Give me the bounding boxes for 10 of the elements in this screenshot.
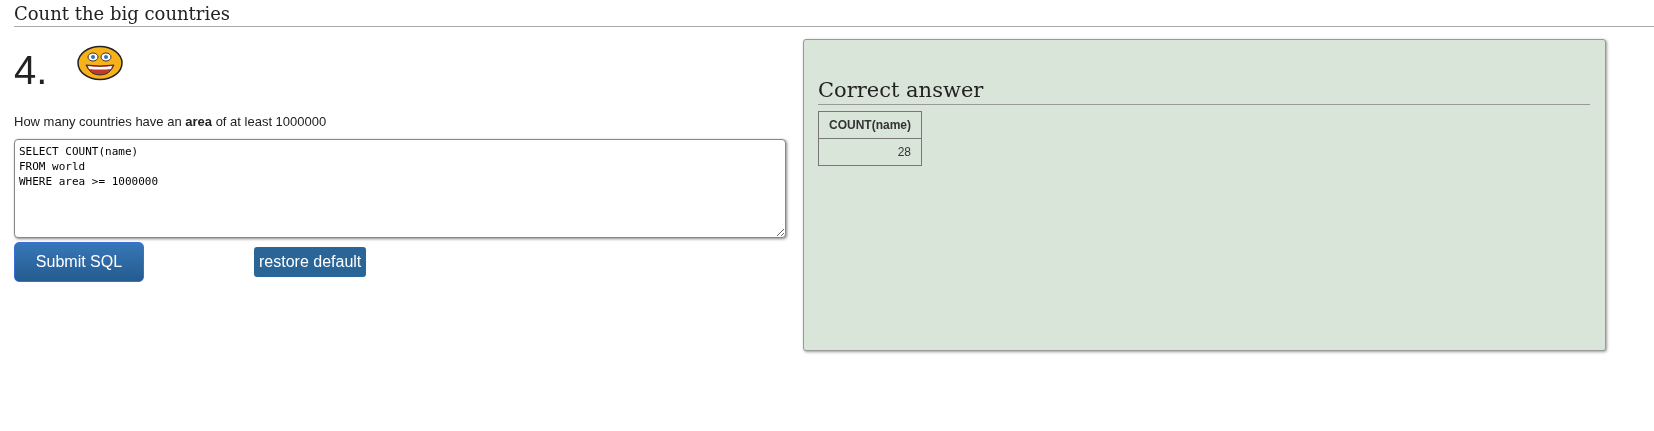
sql-input-field[interactable]: SELECT COUNT(name) FROM world WHERE area >= 1000000: [14, 139, 786, 238]
column-header: COUNT(name): [818, 111, 922, 139]
question-number: 4.: [14, 50, 48, 90]
table-cell: 28: [818, 138, 922, 166]
question-text: How many countries have an area of at least 1000000: [14, 114, 328, 129]
page-title: Count the big countries: [14, 0, 1654, 27]
submit-button[interactable]: Submit SQL: [14, 242, 144, 282]
answer-title: Correct answer: [818, 78, 1590, 105]
smiley-icon: [77, 45, 124, 81]
restore-button[interactable]: restore default: [254, 247, 367, 277]
